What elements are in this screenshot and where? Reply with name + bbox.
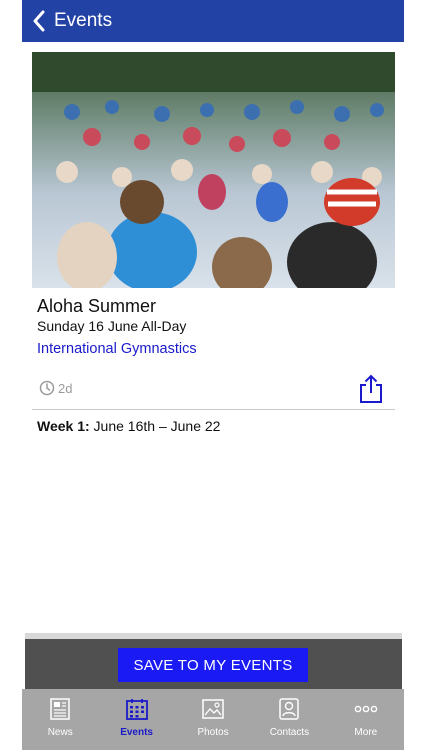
event-title: Aloha Summer: [37, 296, 157, 316]
tab-news[interactable]: News: [22, 689, 98, 750]
divider: [32, 409, 395, 410]
tab-photos[interactable]: Photos: [175, 689, 251, 750]
tab-more[interactable]: More: [328, 689, 404, 750]
tab-bar: News Events Photos Contacts More: [22, 689, 404, 750]
share-icon: [360, 374, 382, 403]
back-button[interactable]: [22, 0, 46, 42]
event-age: 2d: [39, 380, 72, 396]
more-dots-icon: [353, 696, 379, 722]
calendar-icon: [124, 696, 150, 722]
event-organizer-link[interactable]: International Gymnastics: [37, 341, 197, 357]
contact-card-icon: [276, 696, 302, 722]
event-date: Sunday 16 June All-Day: [37, 318, 187, 334]
tab-label: Events: [120, 727, 153, 738]
event-age-label: 2d: [58, 380, 73, 396]
nav-header: Events: [22, 0, 404, 42]
save-to-my-events-button[interactable]: SAVE TO MY EVENTS: [118, 648, 308, 682]
tab-label: Contacts: [269, 727, 310, 738]
event-description: Week 1: June 16th – June 22: [37, 418, 220, 434]
save-bar: SAVE TO MY EVENTS: [25, 633, 402, 697]
newspaper-icon: [47, 696, 73, 722]
page-title: Events: [54, 10, 113, 31]
event-photo: [32, 52, 395, 288]
tab-label: News: [47, 727, 73, 738]
chevron-left-icon: [33, 10, 45, 32]
photo-icon: [200, 696, 226, 722]
clock-icon: [39, 380, 55, 396]
tab-contacts[interactable]: Contacts: [251, 689, 327, 750]
tab-events[interactable]: Events: [98, 689, 174, 750]
week-label: Week 1:: [37, 418, 90, 434]
week-range: June 16th – June 22: [89, 418, 221, 434]
share-button[interactable]: [358, 374, 384, 404]
tab-label: Photos: [197, 727, 229, 738]
tab-label: More: [354, 727, 378, 738]
